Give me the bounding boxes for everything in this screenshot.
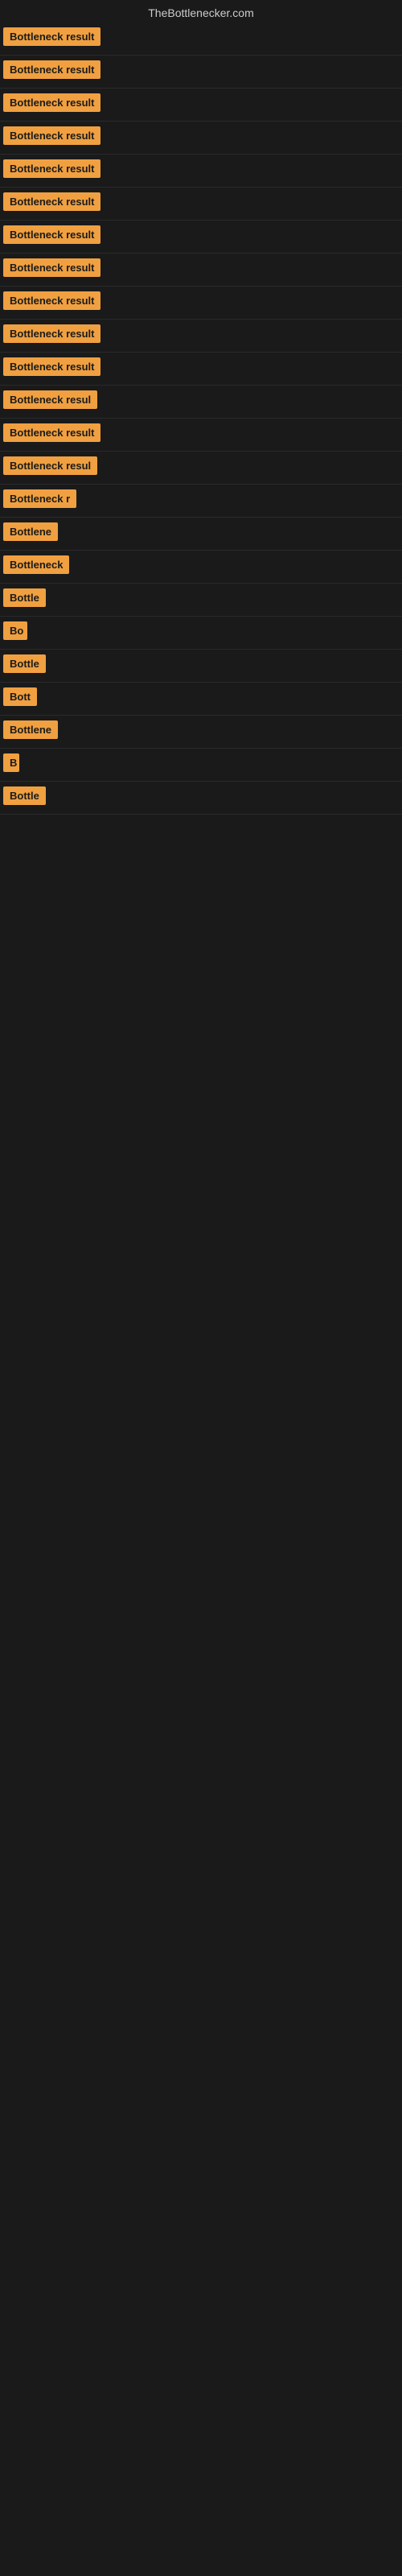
bottleneck-result-badge[interactable]: Bottleneck result bbox=[3, 192, 100, 211]
list-item: Bottle bbox=[0, 782, 402, 815]
bottleneck-result-badge[interactable]: Bottleneck result bbox=[3, 27, 100, 46]
list-item: Bottleneck result bbox=[0, 254, 402, 287]
bottleneck-result-badge[interactable]: Bottleneck result bbox=[3, 324, 100, 343]
list-item: Bottle bbox=[0, 650, 402, 683]
bottleneck-result-badge[interactable]: Bottleneck resul bbox=[3, 456, 97, 475]
list-item: Bottlene bbox=[0, 518, 402, 551]
list-item: Bottleneck bbox=[0, 551, 402, 584]
rows-container: Bottleneck result Bottleneck result Bottle… bbox=[0, 23, 402, 815]
bottleneck-result-badge[interactable]: Bottlene bbox=[3, 720, 58, 739]
list-item: B bbox=[0, 749, 402, 782]
list-item: Bottleneck result bbox=[0, 221, 402, 254]
bottleneck-result-badge[interactable]: Bottleneck result bbox=[3, 225, 100, 244]
list-item: Bottlene bbox=[0, 716, 402, 749]
bottleneck-result-badge[interactable]: Bottleneck result bbox=[3, 93, 100, 112]
bottleneck-result-badge[interactable]: Bo bbox=[3, 621, 27, 640]
list-item: Bottleneck resul bbox=[0, 452, 402, 485]
list-item: Bottleneck result bbox=[0, 89, 402, 122]
list-item: Bo bbox=[0, 617, 402, 650]
list-item: Bott bbox=[0, 683, 402, 716]
bottleneck-result-badge[interactable]: Bottleneck result bbox=[3, 291, 100, 310]
list-item: Bottleneck result bbox=[0, 188, 402, 221]
bottleneck-result-badge[interactable]: Bottle bbox=[3, 654, 46, 673]
bottleneck-result-badge[interactable]: Bott bbox=[3, 687, 37, 706]
list-item: Bottleneck result bbox=[0, 353, 402, 386]
list-item: Bottleneck result bbox=[0, 419, 402, 452]
list-item: Bottle bbox=[0, 584, 402, 617]
bottleneck-result-badge[interactable]: Bottleneck result bbox=[3, 258, 100, 277]
site-title: TheBottlenecker.com bbox=[0, 0, 402, 23]
list-item: Bottleneck result bbox=[0, 155, 402, 188]
bottleneck-result-badge[interactable]: Bottleneck bbox=[3, 555, 69, 574]
bottleneck-result-badge[interactable]: B bbox=[3, 753, 19, 772]
list-item: Bottleneck r bbox=[0, 485, 402, 518]
list-item: Bottleneck result bbox=[0, 23, 402, 56]
bottleneck-result-badge[interactable]: Bottleneck result bbox=[3, 60, 100, 79]
bottleneck-result-badge[interactable]: Bottleneck result bbox=[3, 159, 100, 178]
bottleneck-result-badge[interactable]: Bottleneck resul bbox=[3, 390, 97, 409]
bottleneck-result-badge[interactable]: Bottleneck result bbox=[3, 126, 100, 145]
bottleneck-result-badge[interactable]: Bottle bbox=[3, 588, 46, 607]
bottleneck-result-badge[interactable]: Bottleneck result bbox=[3, 423, 100, 442]
list-item: Bottleneck resul bbox=[0, 386, 402, 419]
list-item: Bottleneck result bbox=[0, 287, 402, 320]
bottleneck-result-badge[interactable]: Bottleneck r bbox=[3, 489, 76, 508]
list-item: Bottleneck result bbox=[0, 320, 402, 353]
site-header: TheBottlenecker.com bbox=[0, 0, 402, 23]
bottleneck-result-badge[interactable]: Bottleneck result bbox=[3, 357, 100, 376]
list-item: Bottleneck result bbox=[0, 56, 402, 89]
list-item: Bottleneck result bbox=[0, 122, 402, 155]
bottleneck-result-badge[interactable]: Bottlene bbox=[3, 522, 58, 541]
bottleneck-result-badge[interactable]: Bottle bbox=[3, 786, 46, 805]
